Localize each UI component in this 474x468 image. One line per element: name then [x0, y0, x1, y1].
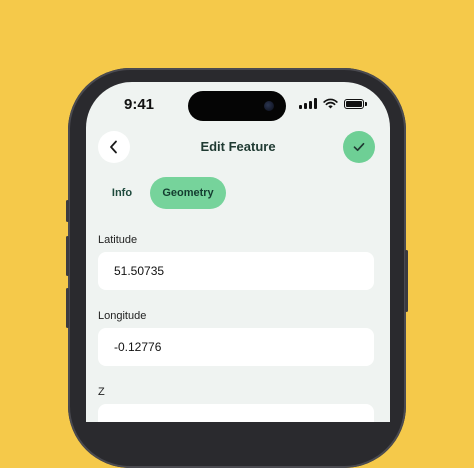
check-icon: [353, 142, 365, 152]
phone-side-button: [66, 236, 69, 276]
latitude-field[interactable]: 51.50735: [98, 252, 374, 290]
phone-power-button: [405, 250, 408, 312]
dynamic-island: [188, 91, 286, 121]
longitude-label: Longitude: [98, 310, 147, 322]
signal-icon: [299, 98, 317, 109]
status-icons: [299, 98, 367, 109]
longitude-field[interactable]: -0.12776: [98, 328, 374, 366]
latitude-label: Latitude: [98, 234, 138, 246]
wifi-icon: [323, 98, 338, 109]
phone-side-button: [66, 200, 69, 222]
tab-info[interactable]: Info: [100, 178, 144, 208]
camera-icon: [264, 101, 274, 111]
app-screen: 9:41 Edit Feature Info Geometry Latitude…: [86, 82, 390, 422]
z-field[interactable]: [98, 404, 374, 422]
z-label: Z: [98, 386, 105, 398]
tab-geometry[interactable]: Geometry: [150, 177, 226, 209]
status-time: 9:41: [124, 96, 155, 113]
confirm-button[interactable]: [343, 131, 375, 163]
battery-icon: [344, 98, 367, 109]
phone-side-button: [66, 288, 69, 328]
